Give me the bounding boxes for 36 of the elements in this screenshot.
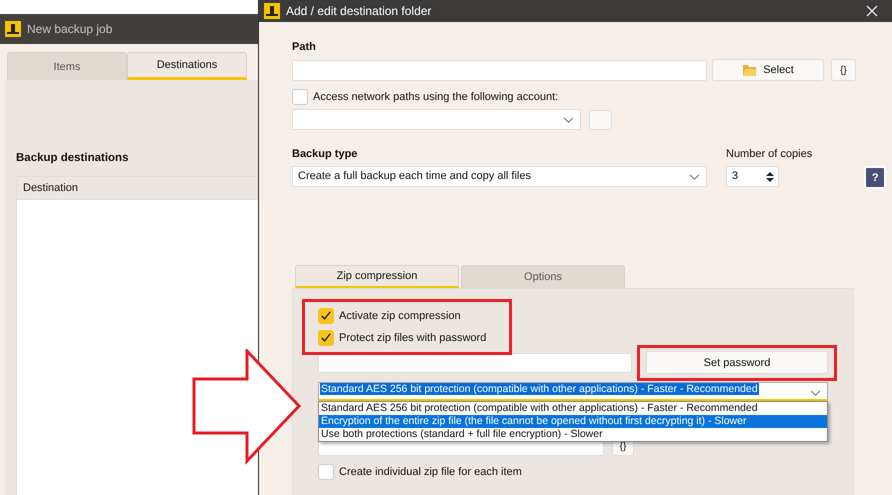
window-title: Add / edit destination folder bbox=[286, 4, 432, 18]
dropdown-option[interactable]: Standard AES 256 bit protection (compatible with other applications) - Faster - Recommended bbox=[319, 402, 827, 415]
close-icon[interactable] bbox=[866, 5, 878, 17]
window-title: New backup job bbox=[27, 22, 112, 36]
backup-type-label: Backup type bbox=[292, 148, 358, 160]
tab[interactable]: Zip compression bbox=[295, 265, 459, 288]
help-button[interactable]: ? bbox=[864, 166, 886, 189]
checkbox[interactable] bbox=[292, 89, 308, 105]
checkbox-label: Protect zip files with password bbox=[339, 332, 486, 344]
tab[interactable]: Items bbox=[7, 52, 127, 80]
logo-icon bbox=[264, 3, 280, 19]
path-field[interactable] bbox=[292, 60, 707, 80]
chevron-icon bbox=[689, 174, 700, 181]
logo-icon bbox=[5, 21, 21, 37]
backup-type-dropdown[interactable]: Create a full backup each time and copy all files bbox=[292, 166, 707, 187]
checkbox-label: Activate zip compression bbox=[339, 310, 461, 322]
checkbox-label: Access network paths using the following account: bbox=[313, 91, 558, 103]
chevron-icon bbox=[810, 390, 821, 397]
checkbox[interactable] bbox=[318, 464, 334, 480]
checkbox[interactable] bbox=[318, 330, 334, 346]
password-field[interactable] bbox=[318, 352, 632, 372]
chevron-icon bbox=[563, 117, 574, 124]
checkbox[interactable] bbox=[318, 308, 334, 324]
tab[interactable]: Options bbox=[461, 265, 625, 288]
tab[interactable]: Destinations bbox=[127, 52, 247, 80]
select-button[interactable]: Select bbox=[712, 59, 824, 81]
spinner-arrows-icon bbox=[765, 170, 775, 184]
copies-label: Number of copies bbox=[726, 148, 812, 160]
copies-spinner[interactable]: 3 bbox=[726, 166, 779, 187]
dropdown-option[interactable]: Encryption of the entire zip file (the file cannot be opened without first decrypting it) - Slower bbox=[319, 415, 827, 428]
set-password-button[interactable]: Set password bbox=[646, 351, 828, 374]
checkbox-label: Create individual zip file for each item bbox=[339, 466, 522, 478]
path-label: Path bbox=[292, 41, 317, 53]
variables-button[interactable]: {} bbox=[831, 59, 856, 81]
folder-icon bbox=[742, 63, 758, 77]
encryption-dropdown[interactable]: Standard AES 256 bit protection (compatible with other applications) - Faster - Recommended bbox=[318, 382, 828, 401]
